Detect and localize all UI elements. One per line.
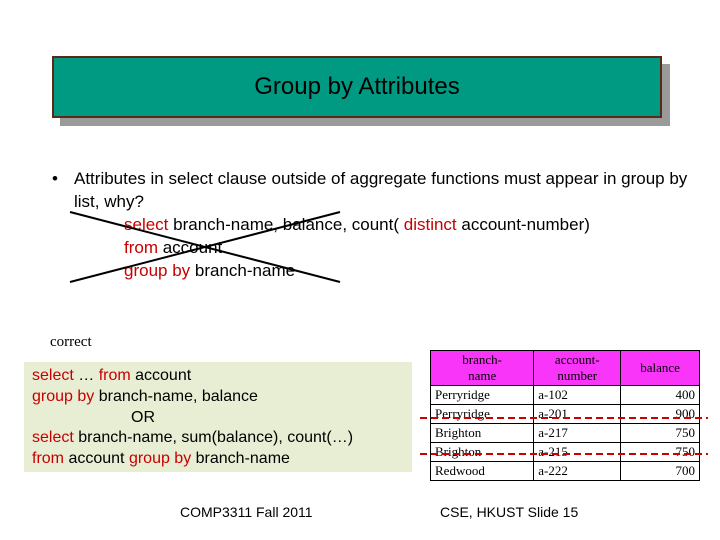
txt: branch-name bbox=[191, 450, 290, 467]
txt: account bbox=[131, 367, 191, 384]
account-table: branch- name account- number balance Per… bbox=[430, 350, 700, 481]
table-body: Perryridgea-102400Perryridgea-201900Brig… bbox=[431, 386, 700, 481]
kw-select: select bbox=[124, 215, 168, 234]
txt: branch-name, balance bbox=[94, 388, 258, 405]
kw-from: from bbox=[124, 238, 158, 257]
or-text: OR bbox=[32, 408, 404, 429]
wrong-sql: select branch-name, balance, count( dist… bbox=[124, 214, 692, 283]
kw-select3: select bbox=[32, 429, 74, 446]
table-cell: Redwood bbox=[431, 462, 534, 481]
txt: branch-name bbox=[190, 261, 295, 280]
txt: branch-name, sum(balance), count(…) bbox=[74, 429, 353, 446]
footer-right: CSE, HKUST Slide 15 bbox=[440, 504, 578, 520]
kw-distinct: distinct bbox=[404, 215, 457, 234]
bullet-text: Attributes in select clause outside of a… bbox=[74, 168, 692, 214]
correct-sql-box: select … from account group by branch-na… bbox=[24, 362, 412, 472]
slide-title: Group by Attributes bbox=[254, 73, 459, 101]
table-row: Perryridgea-102400 bbox=[431, 386, 700, 405]
kw-groupby2: group by bbox=[32, 388, 94, 405]
kw-select2: select bbox=[32, 367, 74, 384]
table-cell: a-201 bbox=[534, 405, 621, 424]
table-cell: Perryridge bbox=[431, 386, 534, 405]
txt: , count( bbox=[342, 215, 403, 234]
table-cell: Brighton bbox=[431, 424, 534, 443]
table-cell: Brighton bbox=[431, 443, 534, 462]
table-row: Brightona-215750 bbox=[431, 443, 700, 462]
kw-groupby3: group by bbox=[129, 450, 191, 467]
table-header-row: branch- name account- number balance bbox=[431, 351, 700, 386]
col-account: account- number bbox=[534, 351, 621, 386]
table-cell: 750 bbox=[621, 424, 700, 443]
correct-label: correct bbox=[50, 334, 92, 351]
kw-from3: from bbox=[32, 450, 64, 467]
col-branch: branch- name bbox=[431, 351, 534, 386]
kw-from2: from bbox=[99, 367, 131, 384]
col-balance: balance bbox=[621, 351, 700, 386]
txt: balance bbox=[283, 215, 343, 234]
table-cell: a-217 bbox=[534, 424, 621, 443]
table-cell: 900 bbox=[621, 405, 700, 424]
table-cell: Perryridge bbox=[431, 405, 534, 424]
footer-left: COMP3311 Fall 2011 bbox=[180, 504, 313, 520]
txt: account-number) bbox=[457, 215, 590, 234]
table-cell: 750 bbox=[621, 443, 700, 462]
table-cell: 700 bbox=[621, 462, 700, 481]
txt: account bbox=[158, 238, 222, 257]
table-row: Brightona-217750 bbox=[431, 424, 700, 443]
table-row: Redwooda-222700 bbox=[431, 462, 700, 481]
table-cell: a-215 bbox=[534, 443, 621, 462]
title-bar: Group by Attributes bbox=[52, 56, 662, 118]
account-table-wrap: branch- name account- number balance Per… bbox=[430, 350, 700, 481]
bullet-dot: • bbox=[52, 168, 74, 214]
table-cell: a-222 bbox=[534, 462, 621, 481]
txt: branch-name, bbox=[168, 215, 282, 234]
table-cell: a-102 bbox=[534, 386, 621, 405]
kw-groupby: group by bbox=[124, 261, 190, 280]
main-bullet: • Attributes in select clause outside of… bbox=[52, 168, 692, 283]
table-cell: 400 bbox=[621, 386, 700, 405]
table-row: Perryridgea-201900 bbox=[431, 405, 700, 424]
txt: … bbox=[74, 367, 99, 384]
txt: account bbox=[64, 450, 129, 467]
